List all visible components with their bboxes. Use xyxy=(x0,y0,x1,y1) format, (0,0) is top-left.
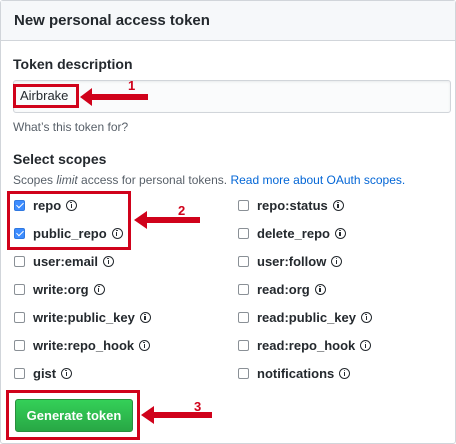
info-icon[interactable] xyxy=(334,227,346,239)
scope-user-email-label: user:email xyxy=(33,253,99,269)
scope-write-org[interactable]: write:org xyxy=(14,280,105,298)
scope-write-org-label: write:org xyxy=(33,281,89,297)
scopes-note-suffix: access for personal tokens. xyxy=(77,173,228,187)
annotation-number-1: 1 xyxy=(128,78,136,93)
scope-repo-status-label: repo:status xyxy=(257,197,328,213)
scope-repo-status-checkbox[interactable] xyxy=(238,199,249,211)
scope-write-repo-hook-label: write:repo_hook xyxy=(33,337,135,353)
scope-write-public-key-label: write:public_key xyxy=(33,309,135,325)
scope-write-public-key-checkbox[interactable] xyxy=(14,311,25,323)
scope-notifications-label: notifications xyxy=(257,365,335,381)
info-icon[interactable] xyxy=(361,311,372,323)
info-icon[interactable] xyxy=(314,283,326,295)
annotation-number-3: 3 xyxy=(194,399,202,414)
info-icon[interactable] xyxy=(93,283,105,295)
scope-write-repo-hook-checkbox[interactable] xyxy=(14,339,25,351)
scopes-note: Scopes limit access for personal tokens.… xyxy=(13,173,405,187)
info-icon[interactable] xyxy=(139,311,151,323)
scope-read-org-checkbox[interactable] xyxy=(238,283,249,295)
token-description-label: Token description xyxy=(13,56,133,72)
scopes-note-prefix: Scopes xyxy=(13,173,57,187)
scope-user-follow-checkbox[interactable] xyxy=(238,255,249,267)
scope-delete-repo-label: delete_repo xyxy=(257,225,330,241)
info-icon[interactable] xyxy=(139,339,151,351)
scope-read-repo-hook[interactable]: read:repo_hook xyxy=(238,336,372,354)
info-icon[interactable] xyxy=(360,339,372,351)
scope-write-org-checkbox[interactable] xyxy=(14,283,25,295)
scope-notifications[interactable]: notifications xyxy=(238,364,351,382)
info-icon[interactable] xyxy=(339,367,351,379)
token-description-note: What’s this token for? xyxy=(13,120,129,134)
annotation-box-2 xyxy=(7,191,131,250)
scope-user-email[interactable]: user:email xyxy=(14,252,115,270)
scope-write-public-key[interactable]: write:public_key xyxy=(14,308,151,326)
scope-read-repo-hook-label: read:repo_hook xyxy=(257,337,356,353)
panel-header: New personal access token xyxy=(1,1,455,41)
scope-read-repo-hook-checkbox[interactable] xyxy=(238,339,249,351)
scope-user-follow-label: user:follow xyxy=(257,253,327,269)
scope-user-follow[interactable]: user:follow xyxy=(238,252,343,270)
info-icon[interactable] xyxy=(61,367,73,379)
scope-delete-repo[interactable]: delete_repo xyxy=(238,224,346,242)
scope-gist-label: gist xyxy=(33,365,57,381)
annotation-number-2: 2 xyxy=(178,203,186,218)
scope-gist[interactable]: gist xyxy=(14,364,73,382)
annotation-box-3 xyxy=(6,390,140,440)
select-scopes-label: Select scopes xyxy=(13,151,107,167)
scope-write-repo-hook[interactable]: write:repo_hook xyxy=(14,336,151,354)
scope-gist-checkbox[interactable] xyxy=(14,367,25,379)
scope-notifications-checkbox[interactable] xyxy=(238,367,249,379)
info-icon[interactable] xyxy=(331,255,343,267)
scope-delete-repo-checkbox[interactable] xyxy=(238,227,249,239)
info-icon[interactable] xyxy=(103,255,115,267)
oauth-scopes-link[interactable]: Read more about OAuth scopes. xyxy=(230,173,405,187)
scope-read-public-key-checkbox[interactable] xyxy=(238,311,249,323)
scope-read-public-key[interactable]: read:public_key xyxy=(238,308,372,326)
scope-read-org-label: read:org xyxy=(257,281,310,297)
annotation-box-1 xyxy=(13,84,79,108)
scope-read-org[interactable]: read:org xyxy=(238,280,326,298)
scope-repo-status[interactable]: repo:status xyxy=(238,196,344,214)
scope-user-email-checkbox[interactable] xyxy=(14,255,25,267)
panel-title: New personal access token xyxy=(14,12,210,29)
scope-read-public-key-label: read:public_key xyxy=(257,309,356,325)
scopes-note-emphasis: limit xyxy=(56,173,78,187)
info-icon[interactable] xyxy=(332,199,344,211)
